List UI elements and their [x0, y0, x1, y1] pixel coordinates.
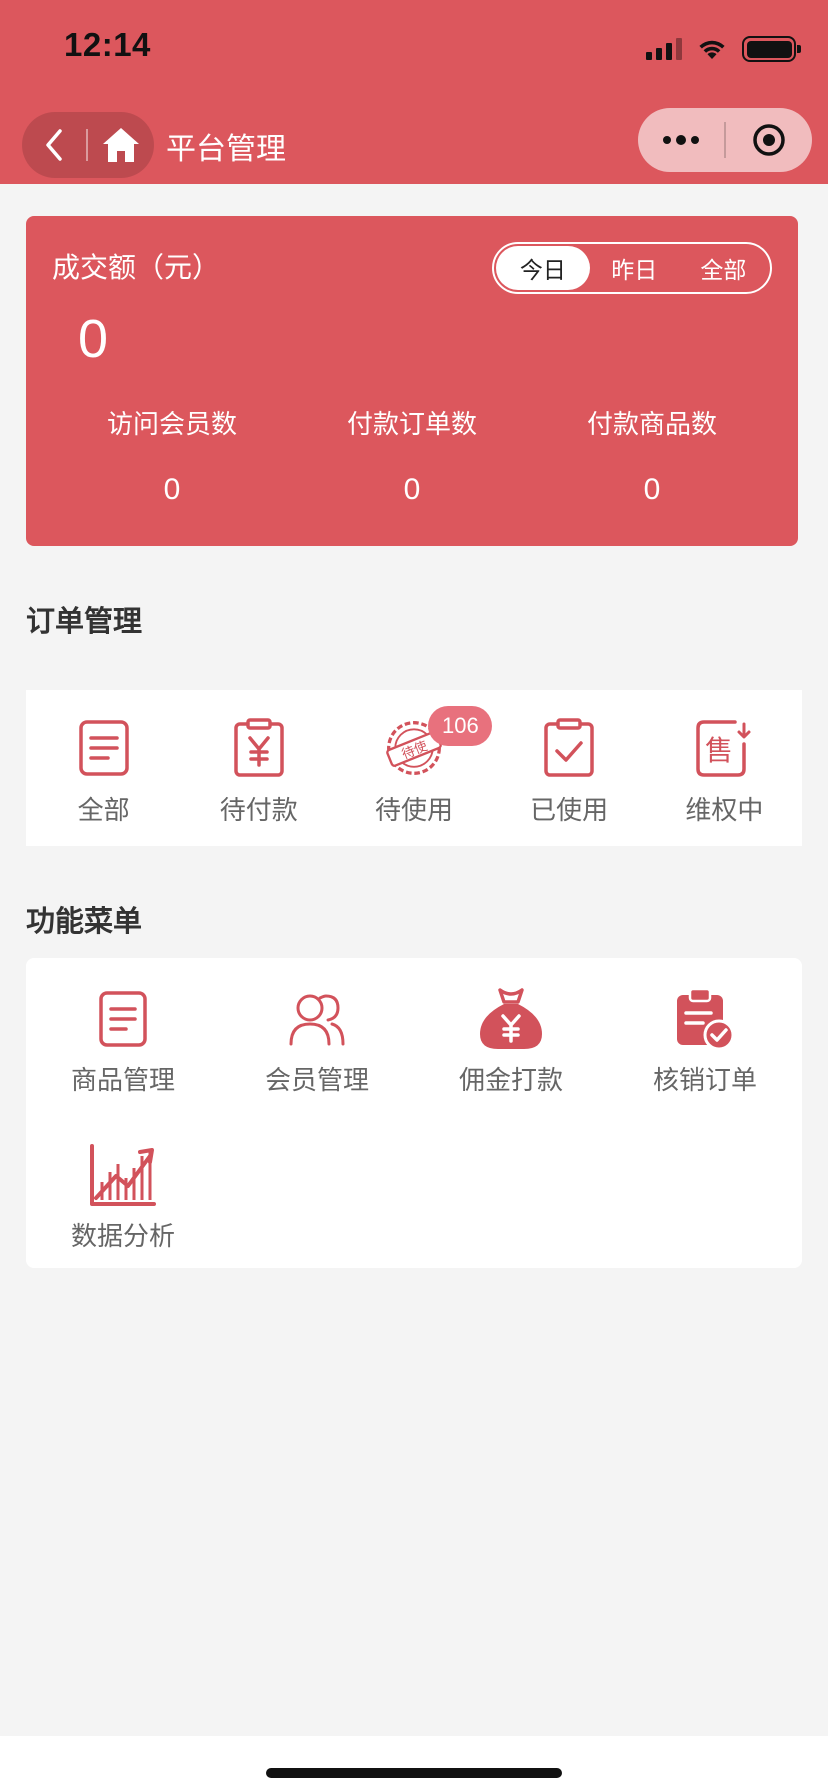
menu-item-label: 数据分析: [70, 1222, 175, 1252]
metric-label: 付款商品数: [586, 410, 717, 440]
more-dot-icon: [691, 136, 699, 144]
sales-amount-title: 成交额（元）: [52, 251, 221, 284]
back-button[interactable]: [22, 112, 86, 178]
after-sale-icon: 售: [694, 718, 754, 778]
metric-value: 0: [403, 473, 421, 506]
home-button[interactable]: [88, 112, 154, 178]
more-dot-icon: [663, 136, 671, 144]
menu-goods-management[interactable]: 商品管理: [26, 986, 220, 1097]
metric-visitors: 访问会员数 0: [52, 404, 292, 507]
header-bar: 12:14 平台管理: [0, 0, 828, 184]
metrics-row: 访问会员数 0 付款订单数 0 付款商品数 0: [26, 404, 798, 507]
metric-label: 访问会员数: [106, 410, 237, 440]
order-tab-all[interactable]: 全部: [26, 690, 181, 846]
order-tab-label: 已使用: [530, 796, 609, 826]
order-section-title: 订单管理: [26, 604, 143, 638]
signal-icon: [646, 38, 682, 60]
more-dot-icon: [676, 135, 686, 145]
home-indicator[interactable]: [266, 1768, 562, 1778]
order-tab-label: 维权中: [685, 796, 764, 826]
wifi-icon: [699, 40, 725, 59]
order-tab-label: 全部: [77, 796, 130, 826]
battery-icon: [742, 36, 801, 62]
period-yesterday[interactable]: 昨日: [590, 246, 679, 290]
menu-verify-orders[interactable]: 核销订单: [608, 986, 802, 1097]
order-tab-label: 待付款: [219, 796, 298, 826]
menu-data-analysis[interactable]: 数据分析: [26, 1142, 220, 1253]
members-icon: [281, 986, 353, 1052]
used-check-icon: [539, 718, 599, 778]
money-bag-icon: [475, 986, 547, 1052]
after-sale-glyph: 售: [705, 734, 733, 767]
period-all[interactable]: 全部: [679, 246, 768, 290]
sales-amount-value: 0: [78, 309, 109, 369]
order-tab-label: 待使用: [374, 796, 453, 826]
nav-capsule: [22, 112, 154, 178]
metric-label: 付款订单数: [346, 410, 477, 440]
page-title: 平台管理: [166, 132, 286, 167]
order-tab-used[interactable]: 已使用: [492, 690, 647, 846]
sales-stats-card: 成交额（元） 0 今日 昨日 全部 访问会员数 0 付款订单数 0 付款商品数 …: [26, 216, 798, 546]
order-tab-pending-payment[interactable]: 待付款: [181, 690, 336, 846]
metric-value: 0: [163, 473, 181, 506]
menu-item-label: 核销订单: [652, 1066, 757, 1096]
metric-paid-goods: 付款商品数 0: [532, 404, 772, 507]
home-icon: [102, 128, 139, 162]
verify-order-icon: [669, 986, 741, 1052]
target-close-icon: [752, 124, 785, 156]
menu-section-title: 功能菜单: [26, 904, 143, 938]
metric-paid-orders: 付款订单数 0: [292, 404, 532, 507]
order-tab-pending-use[interactable]: 待使 106 待使用: [336, 690, 493, 846]
bottom-safe-area: [0, 1736, 828, 1792]
menu-member-management[interactable]: 会员管理: [220, 986, 414, 1097]
pending-payment-icon: [229, 718, 289, 778]
menu-item-label: 佣金打款: [458, 1066, 563, 1096]
goods-icon: [87, 986, 159, 1052]
function-menu-card: 商品管理 会员管理 佣金打款 核销订单 数据分析: [26, 958, 802, 1268]
order-status-bar: 全部 待付款 待使 106 待使用 已使用 售 维权中: [26, 690, 802, 846]
period-toggle: 今日 昨日 全部: [492, 242, 772, 294]
more-button[interactable]: [638, 108, 724, 172]
menu-commission-payout[interactable]: 佣金打款: [414, 986, 608, 1097]
miniprogram-capsule: [638, 108, 812, 172]
order-tab-after-sale[interactable]: 售 维权中: [647, 690, 802, 846]
metric-value: 0: [643, 473, 661, 506]
close-miniprogram-button[interactable]: [726, 108, 812, 172]
menu-item-label: 商品管理: [70, 1066, 175, 1096]
data-chart-icon: [87, 1142, 159, 1208]
chevron-left-icon: [46, 129, 62, 161]
period-today[interactable]: 今日: [496, 246, 590, 290]
status-icons: [646, 34, 801, 64]
pending-use-count-badge: 106: [428, 706, 493, 746]
document-icon: [74, 718, 134, 778]
status-time: 12:14: [64, 26, 151, 63]
menu-item-label: 会员管理: [264, 1066, 369, 1096]
